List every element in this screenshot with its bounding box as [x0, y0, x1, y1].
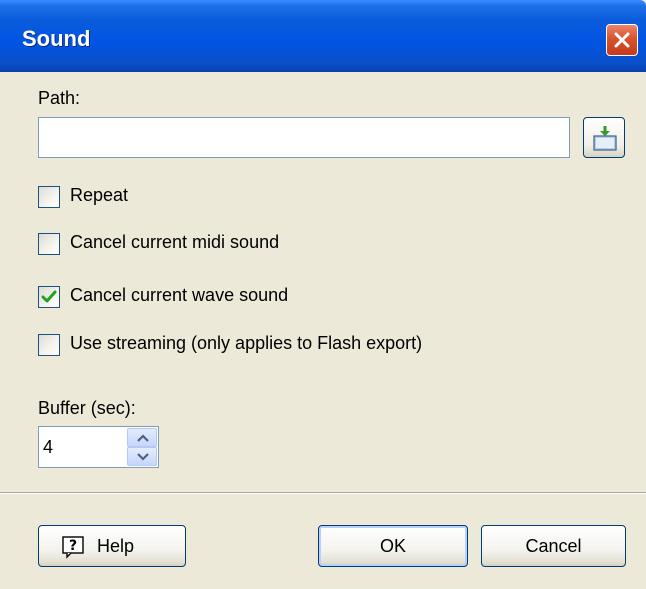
folder-open-icon — [593, 126, 617, 151]
buffer-value[interactable]: 4 — [43, 437, 53, 458]
repeat-checkbox[interactable] — [38, 186, 60, 208]
sound-dialog: Sound Path: Repeat Cancel current midi s… — [0, 0, 646, 589]
buffer-spinner[interactable]: 4 — [38, 426, 159, 468]
svg-text:?: ? — [69, 538, 77, 554]
window-title: Sound — [22, 26, 91, 51]
close-button[interactable] — [606, 24, 638, 56]
cancel-wave-label: Cancel current wave sound — [70, 285, 289, 305]
cancel-wave-checkbox[interactable] — [38, 286, 60, 308]
spin-up-button[interactable] — [127, 428, 157, 447]
ok-button[interactable]: OK — [318, 525, 468, 567]
use-streaming-label: Use streaming (only applies to Flash exp… — [70, 333, 423, 353]
buffer-label: Buffer (sec): — [38, 398, 136, 418]
help-button[interactable]: ? Help — [38, 525, 186, 567]
ok-button-label: OK — [379, 536, 406, 556]
close-icon — [614, 32, 630, 48]
cancel-midi-label: Cancel current midi sound — [70, 232, 280, 252]
spin-down-button[interactable] — [127, 447, 157, 466]
help-icon: ? — [62, 536, 84, 559]
separator — [0, 492, 646, 494]
repeat-label: Repeat — [70, 185, 129, 205]
checkmark-icon — [41, 290, 57, 303]
path-label: Path: — [38, 88, 81, 108]
title-bar[interactable]: Sound — [0, 0, 646, 72]
chevron-down-icon — [137, 453, 149, 461]
path-input[interactable] — [38, 117, 570, 158]
use-streaming-checkbox[interactable] — [38, 334, 60, 356]
cancel-midi-checkbox[interactable] — [38, 233, 60, 255]
browse-button[interactable] — [583, 117, 625, 158]
cancel-button[interactable]: Cancel — [481, 525, 626, 567]
chevron-up-icon — [137, 434, 149, 442]
cancel-button-label: Cancel — [525, 536, 582, 556]
help-button-label: Help — [97, 536, 135, 556]
